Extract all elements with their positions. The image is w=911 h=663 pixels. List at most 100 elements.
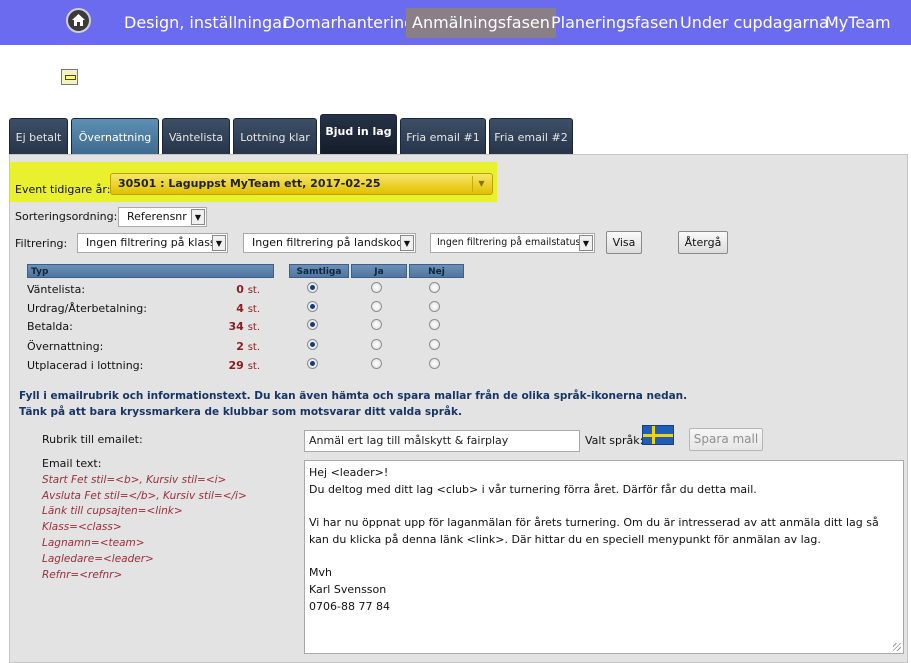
radio-no[interactable]	[429, 319, 440, 330]
row-count-value: 0	[236, 283, 244, 296]
radio-yes[interactable]	[371, 282, 382, 293]
event-select[interactable]: 30501 : Laguppst MyTeam ett, 2017-02-25 …	[110, 173, 493, 195]
tab-bjud-in-lag[interactable]: Bjud in lag	[320, 114, 397, 155]
email-body-line: Vi har nu öppnat upp för laganmälan för …	[309, 516, 879, 530]
tab-lottning-klar[interactable]: Lottning klar	[233, 118, 317, 155]
radio-all[interactable]	[307, 339, 318, 350]
class-filter-value: Ingen filtrering på klass	[86, 236, 216, 249]
event-select-value: 30501 : Laguppst MyTeam ett, 2017-02-25	[118, 177, 381, 190]
row-label: Betalda:	[27, 320, 73, 333]
chevron-down-icon: ▼	[579, 235, 593, 251]
filter-label: Filtrering:	[15, 237, 68, 250]
chevron-down-icon: ▼	[472, 176, 490, 192]
top-nav: Design, inställningar Domarhantering Anm…	[0, 0, 911, 45]
home-icon[interactable]	[66, 8, 91, 33]
radio-yes[interactable]	[371, 319, 382, 330]
row-count-value: 29	[228, 359, 244, 372]
code-hint: Lagnamn=<team>	[42, 537, 145, 549]
class-filter-select[interactable]: Ingen filtrering på klass ▼	[77, 233, 228, 253]
table-header-no: Nej	[409, 264, 464, 278]
code-hint: Lagledare=<leader>	[42, 553, 154, 565]
radio-all[interactable]	[307, 358, 318, 369]
row-count-value: 4	[236, 302, 244, 315]
email-body-line: Mvh	[309, 566, 332, 580]
code-hint: Refnr=<refnr>	[42, 569, 123, 581]
row-label: Utplacerad i lottning:	[27, 359, 144, 372]
email-body-line	[309, 498, 899, 515]
tab-vantelista[interactable]: Väntelista	[162, 118, 230, 155]
subject-input[interactable]: Anmäl ert lag till målskytt & fairplay	[304, 430, 580, 452]
country-filter-value: Ingen filtrering på landskod	[252, 236, 404, 249]
back-button[interactable]: Återgå	[678, 231, 728, 254]
code-hint: Klass=<class>	[42, 521, 122, 533]
code-hint: Start Fet stil=<b>, Kursiv stil=<i>	[42, 474, 227, 486]
tab-fria-email-2[interactable]: Fria email #2	[489, 118, 573, 155]
radio-all[interactable]	[307, 282, 318, 293]
row-count: 4 st.	[205, 302, 260, 315]
save-template-button[interactable]: Spara mall	[689, 428, 763, 451]
row-unit: st.	[247, 322, 260, 333]
radio-all[interactable]	[307, 301, 318, 312]
sort-select-value: Referensnr	[127, 210, 187, 223]
sort-select[interactable]: Referensnr ▼	[118, 207, 207, 227]
nav-item-domarhantering[interactable]: Domarhantering	[283, 8, 414, 38]
row-label: Urdrag/Återbetalning:	[27, 302, 147, 315]
table-header-all: Samtliga	[289, 264, 349, 278]
email-body-line: Karl Svensson	[309, 582, 387, 596]
email-body-line: Hej <leader>!	[309, 466, 389, 479]
row-label: Väntelista:	[27, 283, 86, 296]
email-body-line: Du deltog med ditt lag <club> i vår turn…	[309, 482, 757, 496]
tab-ej-betalt[interactable]: Ej betalt	[9, 118, 68, 155]
row-count: 34 st.	[205, 320, 260, 333]
country-filter-select[interactable]: Ingen filtrering på landskod ▼	[243, 233, 416, 253]
chevron-down-icon: ▼	[191, 209, 205, 225]
nav-item-anmalningsfasen[interactable]: Anmälningsfasen	[406, 8, 556, 38]
row-label: Övernattning:	[27, 340, 104, 353]
minimize-icon[interactable]	[61, 69, 78, 85]
show-button[interactable]: Visa	[606, 231, 642, 254]
event-label: Event tidigare år:	[15, 183, 111, 196]
swedish-flag-icon[interactable]	[642, 425, 674, 445]
email-text-label: Email text:	[42, 457, 102, 470]
email-body-line: 0706-88 77 84	[309, 599, 390, 613]
row-count: 0 st.	[205, 283, 260, 296]
subject-label: Rubrik till emailet:	[42, 433, 143, 446]
radio-yes[interactable]	[371, 339, 382, 350]
row-unit: st.	[247, 304, 260, 315]
radio-yes[interactable]	[371, 358, 382, 369]
email-status-filter-value: Ingen filtrering på emailstatus	[437, 237, 581, 248]
instruction-text: Tänk på att bara kryssmarkera de klubbar…	[19, 406, 462, 418]
nav-item-myteam[interactable]: MyTeam	[825, 8, 891, 38]
radio-no[interactable]	[429, 339, 440, 350]
row-count: 29 st.	[205, 359, 260, 372]
radio-no[interactable]	[429, 282, 440, 293]
table-header-yes: Ja	[351, 264, 407, 278]
language-label: Valt språk:	[585, 434, 644, 447]
row-unit: st.	[247, 285, 260, 296]
email-status-filter-select[interactable]: Ingen filtrering på emailstatus ▼	[430, 233, 595, 253]
radio-no[interactable]	[429, 358, 440, 369]
code-hint: Avsluta Fet stil=</b>, Kursiv stil=</i>	[42, 490, 247, 502]
nav-item-planeringsfasen[interactable]: Planeringsfasen	[551, 8, 678, 38]
row-count-value: 34	[228, 320, 244, 333]
row-unit: st.	[247, 361, 260, 372]
chevron-down-icon: ▼	[212, 235, 226, 251]
nav-item-under-cupdagarna[interactable]: Under cupdagarna	[680, 8, 829, 38]
resize-grip-icon[interactable]	[893, 643, 901, 651]
table-header-type: Typ	[27, 264, 274, 278]
radio-no[interactable]	[429, 301, 440, 312]
row-count-value: 2	[236, 340, 244, 353]
sort-label: Sorteringsordning:	[15, 210, 118, 223]
email-body-line: kan du klicka på denna länk <link>. Där …	[309, 532, 821, 546]
tab-fria-email-1[interactable]: Fria email #1	[400, 118, 486, 155]
instruction-text: Fyll i emailrubrik och informationstext.…	[19, 390, 688, 402]
nav-item-design[interactable]: Design, inställningar	[124, 8, 289, 38]
email-body-textarea[interactable]: Hej <leader>! Du deltog med ditt lag <cl…	[304, 460, 904, 654]
radio-all[interactable]	[307, 319, 318, 330]
row-count: 2 st.	[205, 340, 260, 353]
row-unit: st.	[247, 342, 260, 353]
email-body-line	[309, 548, 899, 565]
tab-overnattning[interactable]: Övernattning	[71, 118, 159, 155]
chevron-down-icon: ▼	[400, 235, 414, 251]
radio-yes[interactable]	[371, 301, 382, 312]
